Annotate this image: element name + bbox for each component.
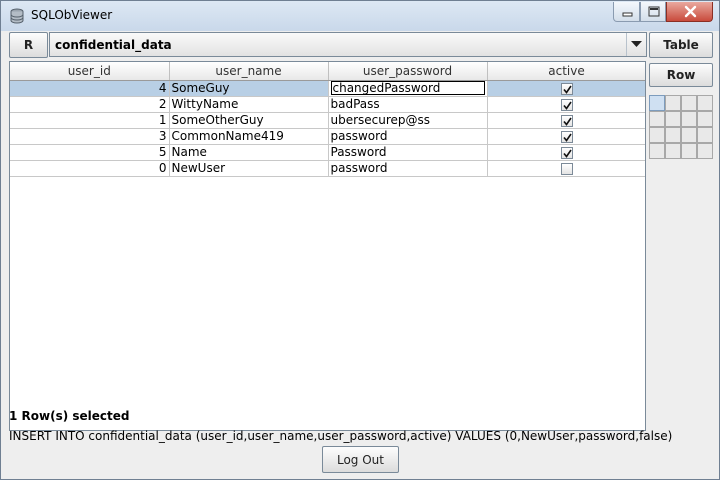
- app-window: SQLObViewer R confidential_data Table us…: [0, 0, 720, 480]
- cell-active: [487, 96, 645, 113]
- minimize-button[interactable]: [613, 2, 640, 22]
- cell-editor-input[interactable]: changedPassword: [330, 81, 485, 95]
- column-header-user-password[interactable]: user_password: [328, 62, 488, 81]
- cell-user-id[interactable]: 0: [10, 160, 170, 177]
- checkbox-unchecked[interactable]: [560, 162, 573, 175]
- grid-cell[interactable]: [681, 111, 697, 127]
- check-icon: [562, 85, 572, 94]
- close-button[interactable]: [666, 2, 713, 22]
- data-table-pane[interactable]: user_id user_name user_password active 4…: [9, 61, 646, 431]
- grid-cell[interactable]: [697, 111, 713, 127]
- grid-cell[interactable]: [649, 127, 665, 143]
- checkbox-checked[interactable]: [560, 130, 573, 143]
- cell-user-password[interactable]: password: [328, 128, 488, 145]
- check-icon: [562, 133, 572, 142]
- chevron-down-icon: [631, 41, 642, 47]
- main-panel: R confidential_data Table user_id user_n…: [8, 31, 714, 474]
- table-button[interactable]: Table: [649, 32, 713, 58]
- cell-user-id[interactable]: 2: [10, 96, 170, 113]
- sql-statement: INSERT INTO confidential_data (user_id,u…: [9, 429, 673, 443]
- maximize-button[interactable]: [640, 2, 666, 22]
- table-select-value: confidential_data: [55, 38, 172, 52]
- checkbox-checked[interactable]: [560, 114, 573, 127]
- cell-user-name[interactable]: NewUser: [169, 160, 329, 177]
- grid-cell[interactable]: [681, 143, 697, 159]
- grid-cell[interactable]: [665, 143, 681, 159]
- table-select-dropdown[interactable]: [626, 33, 646, 56]
- cell-user-password[interactable]: changedPassword: [328, 80, 488, 97]
- checkbox-checked[interactable]: [560, 146, 573, 159]
- close-icon: [684, 5, 697, 18]
- cell-user-name[interactable]: Name: [169, 144, 329, 161]
- cell-user-id[interactable]: 1: [10, 112, 170, 129]
- grid-cell[interactable]: [665, 127, 681, 143]
- logout-button[interactable]: Log Out: [322, 446, 399, 473]
- cell-user-password[interactable]: password: [328, 160, 488, 177]
- cell-active: [487, 128, 645, 145]
- table-row[interactable]: 0 NewUser password: [10, 160, 645, 177]
- cell-user-id[interactable]: 4: [10, 80, 170, 97]
- column-header-user-id[interactable]: user_id: [10, 62, 170, 81]
- checkbox-checked[interactable]: [560, 82, 573, 95]
- grid-cell[interactable]: [697, 95, 713, 111]
- check-icon: [562, 117, 572, 126]
- cell-active: [487, 144, 645, 161]
- window-title: SQLObViewer: [31, 8, 113, 22]
- cell-user-id[interactable]: 5: [10, 144, 170, 161]
- check-icon: [562, 149, 572, 158]
- selection-status: 1 Row(s) selected: [9, 409, 130, 423]
- table-row[interactable]: 1 SomeOtherGuy ubersecurep@ss: [10, 112, 645, 129]
- cell-active: [487, 112, 645, 129]
- cell-active: [487, 160, 645, 177]
- table-row[interactable]: 4 SomeGuy changedPassword: [10, 80, 645, 97]
- maximize-icon: [648, 6, 660, 17]
- grid-cell[interactable]: [697, 143, 713, 159]
- table-row[interactable]: 5 Name Password: [10, 144, 645, 161]
- grid-cell[interactable]: [665, 111, 681, 127]
- grid-cell[interactable]: [681, 127, 697, 143]
- refresh-button[interactable]: R: [9, 32, 48, 58]
- table-header-row: user_id user_name user_password active: [10, 62, 645, 81]
- cell-user-name[interactable]: SomeOtherGuy: [169, 112, 329, 129]
- cell-user-password[interactable]: Password: [328, 144, 488, 161]
- row-button[interactable]: Row: [649, 63, 713, 87]
- column-header-user-name[interactable]: user_name: [169, 62, 329, 81]
- cell-user-id[interactable]: 3: [10, 128, 170, 145]
- grid-cell[interactable]: [649, 143, 665, 159]
- grid-cell[interactable]: [665, 95, 681, 111]
- column-header-active[interactable]: active: [487, 62, 645, 81]
- table-select[interactable]: confidential_data: [49, 32, 647, 57]
- grid-layout-picker[interactable]: [649, 95, 713, 159]
- checkbox-checked[interactable]: [560, 98, 573, 111]
- database-icon: [10, 8, 24, 24]
- cell-user-password[interactable]: ubersecurep@ss: [328, 112, 488, 129]
- table-row[interactable]: 3 CommonName419 password: [10, 128, 645, 145]
- grid-cell[interactable]: [649, 111, 665, 127]
- cell-user-password[interactable]: badPass: [328, 96, 488, 113]
- cell-user-name[interactable]: CommonName419: [169, 128, 329, 145]
- title-bar[interactable]: SQLObViewer: [1, 1, 719, 31]
- cell-active: [487, 80, 645, 97]
- grid-cell[interactable]: [681, 95, 697, 111]
- cell-user-name[interactable]: SomeGuy: [169, 80, 329, 97]
- table-row[interactable]: 2 WittyName badPass: [10, 96, 645, 113]
- check-icon: [562, 101, 572, 110]
- grid-cell[interactable]: [697, 127, 713, 143]
- grid-cell[interactable]: [649, 95, 665, 111]
- minimize-icon: [622, 12, 633, 17]
- data-table: user_id user_name user_password active 4…: [10, 62, 645, 177]
- cell-user-name[interactable]: WittyName: [169, 96, 329, 113]
